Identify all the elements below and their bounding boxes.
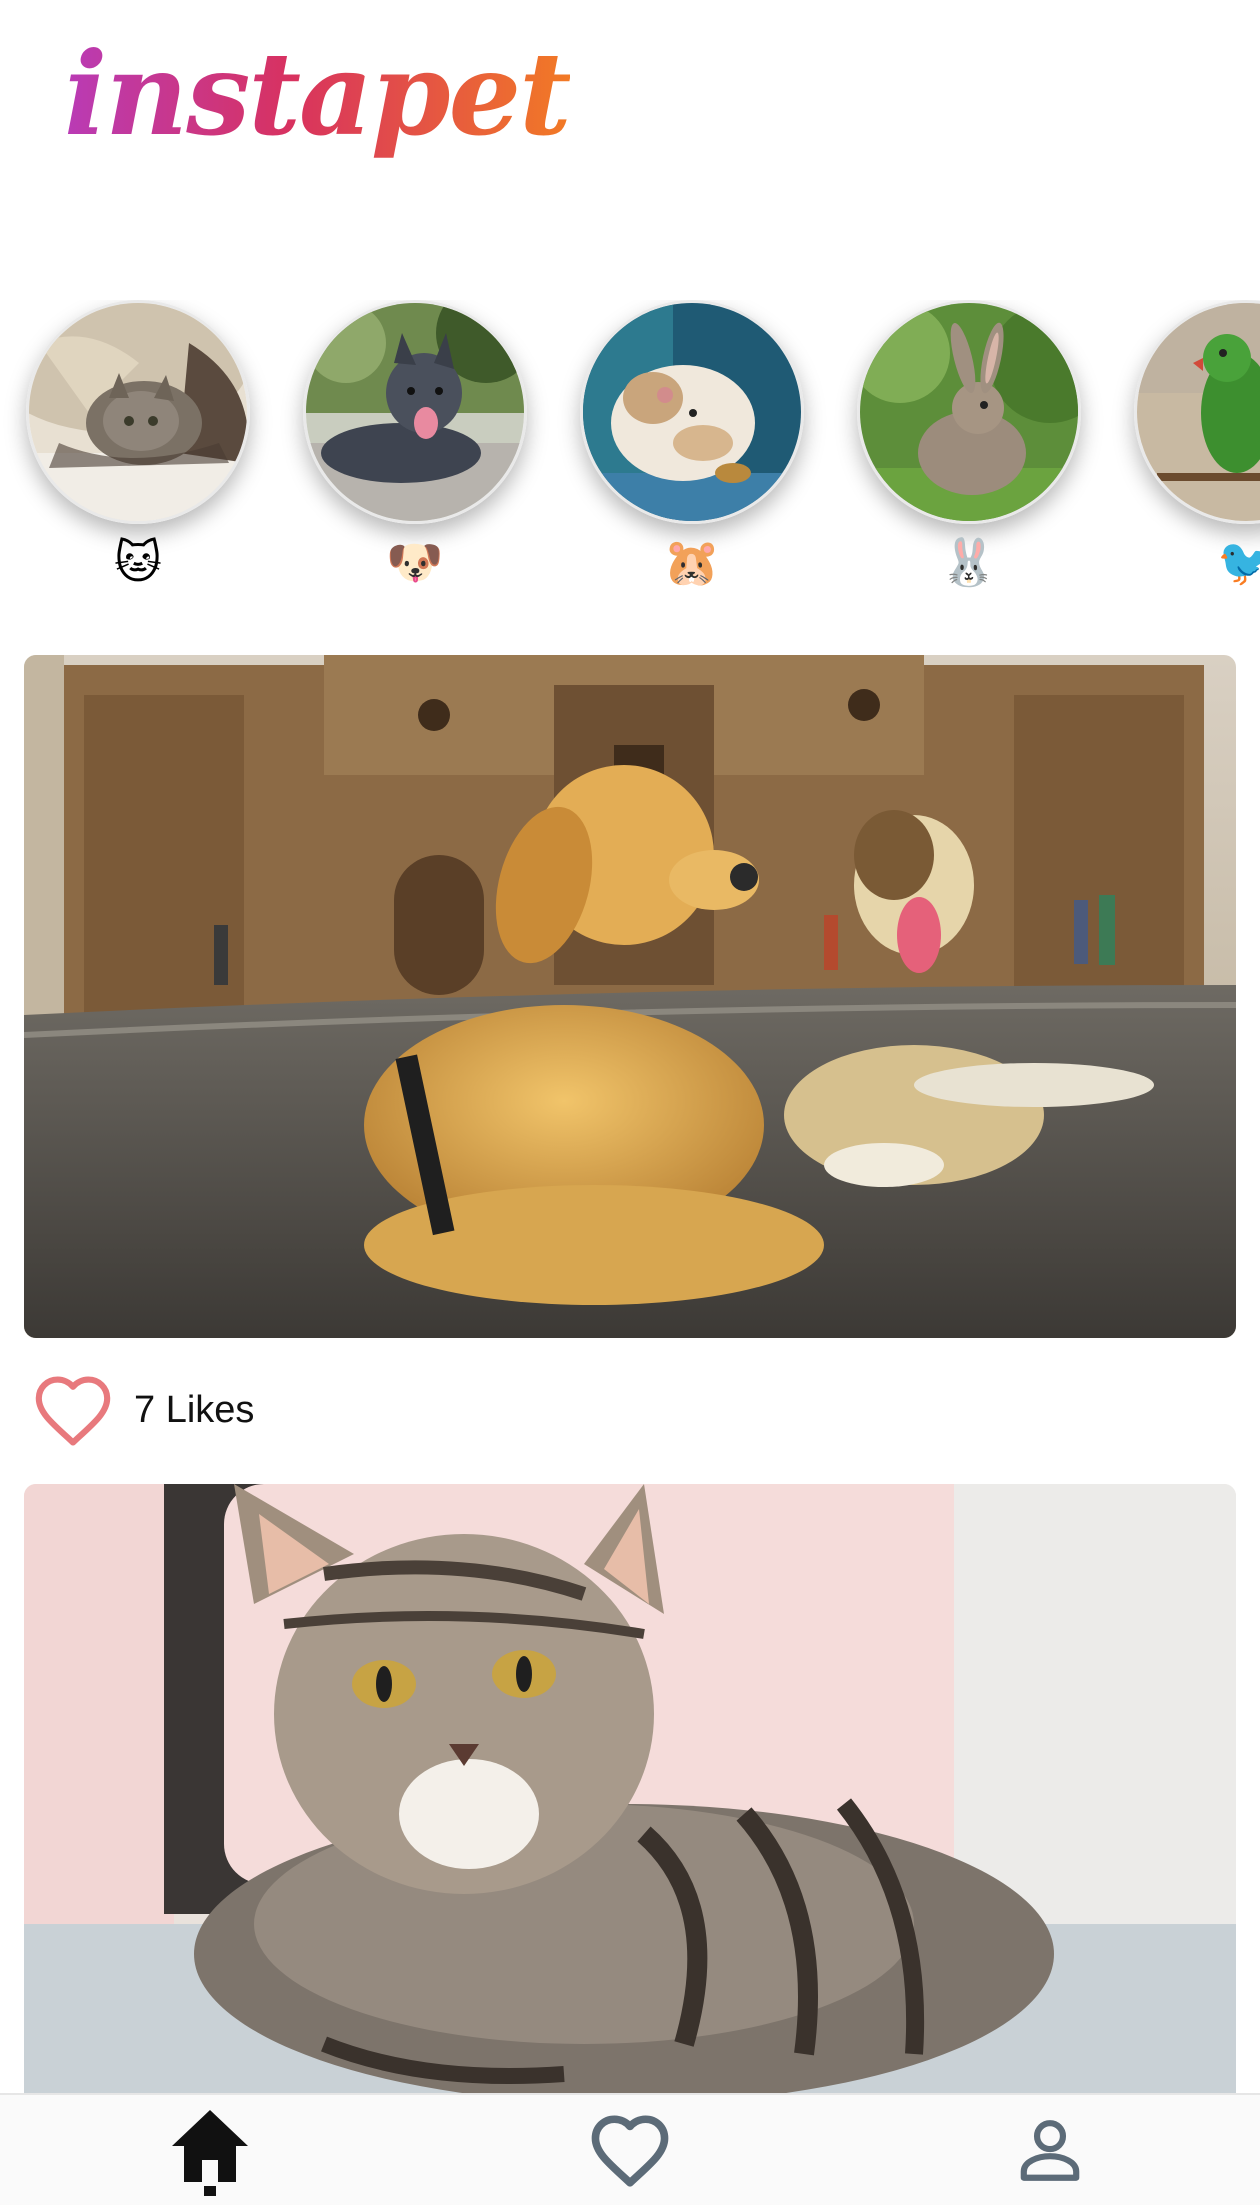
story-avatar-parrot[interactable]: [1134, 300, 1260, 524]
story-photo-cat: [29, 303, 247, 521]
post-photo-dogs: [24, 655, 1236, 1338]
bottom-navigation: [0, 2093, 1260, 2205]
home-icon: [172, 2110, 248, 2196]
nav-likes-button[interactable]: [550, 2095, 710, 2205]
story-photo-dog: [306, 303, 524, 521]
heart-outline-icon: [35, 1376, 111, 1446]
stories-row[interactable]: 🐱 🐶 🐹 🐰 🐦: [0, 300, 1260, 600]
story-emoji: 🐦: [1217, 535, 1260, 589]
post-photo-cat: [24, 1484, 1236, 2124]
user-icon: [1020, 2120, 1080, 2181]
story-emoji: 🐱: [114, 535, 162, 589]
story-item[interactable]: 🐦: [1134, 300, 1260, 590]
post-likes-row: 7 Likes: [30, 1370, 254, 1450]
story-item[interactable]: 🐶: [303, 300, 527, 590]
story-avatar-hamster[interactable]: [580, 300, 804, 524]
story-photo-rabbit: [860, 303, 1078, 521]
story-item[interactable]: 🐹: [580, 300, 804, 590]
heart-icon: [591, 2115, 669, 2187]
story-emoji: 🐶: [386, 535, 444, 589]
nav-profile-button[interactable]: [970, 2095, 1130, 2205]
story-photo-parrot: [1137, 303, 1260, 521]
post-image-cat[interactable]: [24, 1484, 1236, 2124]
like-button[interactable]: [30, 1370, 116, 1450]
story-avatar-cat[interactable]: [26, 300, 250, 524]
story-avatar-dog[interactable]: [303, 300, 527, 524]
story-photo-hamster: [583, 303, 801, 521]
story-emoji: 🐰: [940, 535, 998, 589]
nav-home-button[interactable]: [130, 2095, 290, 2205]
likes-count: 7 Likes: [134, 1388, 255, 1431]
post-image-dogs[interactable]: [24, 655, 1236, 1338]
header: instapet: [0, 0, 1260, 250]
story-emoji: 🐹: [663, 535, 721, 589]
app-logo[interactable]: instapet: [64, 20, 572, 168]
story-item[interactable]: 🐱: [26, 300, 250, 590]
story-avatar-rabbit[interactable]: [857, 300, 1081, 524]
story-item[interactable]: 🐰: [857, 300, 1081, 590]
app-screen: instapet 🐱 🐶 🐹 🐰 🐦 7 Likes: [0, 0, 1260, 2205]
